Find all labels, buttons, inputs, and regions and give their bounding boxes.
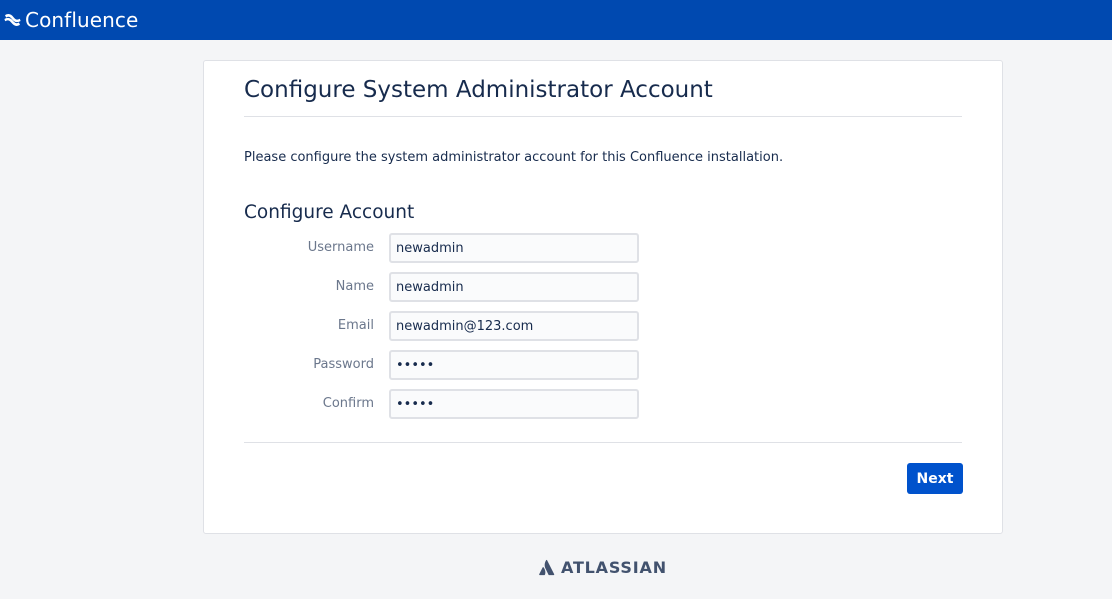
confirm-password-field[interactable] <box>389 389 639 419</box>
atlassian-logo-icon <box>539 559 555 576</box>
page-title: Configure System Administrator Account <box>244 77 713 103</box>
email-field[interactable] <box>389 311 639 341</box>
email-label: Email <box>337 318 374 333</box>
actions-divider <box>244 442 962 443</box>
setup-card: Configure System Administrator Account P… <box>203 60 1003 534</box>
name-label: Name <box>335 279 374 294</box>
form-row-email: Email <box>244 311 644 341</box>
atlassian-footer: ATLASSIAN <box>539 558 667 577</box>
section-title: Configure Account <box>244 202 415 223</box>
name-field[interactable] <box>389 272 639 302</box>
username-label: Username <box>307 240 374 255</box>
atlassian-wordmark: ATLASSIAN <box>561 558 667 577</box>
password-field[interactable] <box>389 350 639 380</box>
app-name: Confluence <box>25 8 139 32</box>
confluence-logo-icon <box>4 14 21 26</box>
username-field[interactable] <box>389 233 639 263</box>
password-label: Password <box>313 357 374 372</box>
form-row-password: Password <box>244 350 644 380</box>
intro-text: Please configure the system administrato… <box>244 150 784 165</box>
form-row-name: Name <box>244 272 644 302</box>
form-row-confirm: Confirm <box>244 389 644 419</box>
confluence-logo[interactable]: Confluence <box>4 8 138 32</box>
top-navigation-bar: Confluence <box>0 0 1112 40</box>
next-button[interactable]: Next <box>907 463 963 494</box>
title-divider <box>244 116 962 117</box>
confirm-label: Confirm <box>322 396 374 411</box>
form-row-username: Username <box>244 233 644 263</box>
